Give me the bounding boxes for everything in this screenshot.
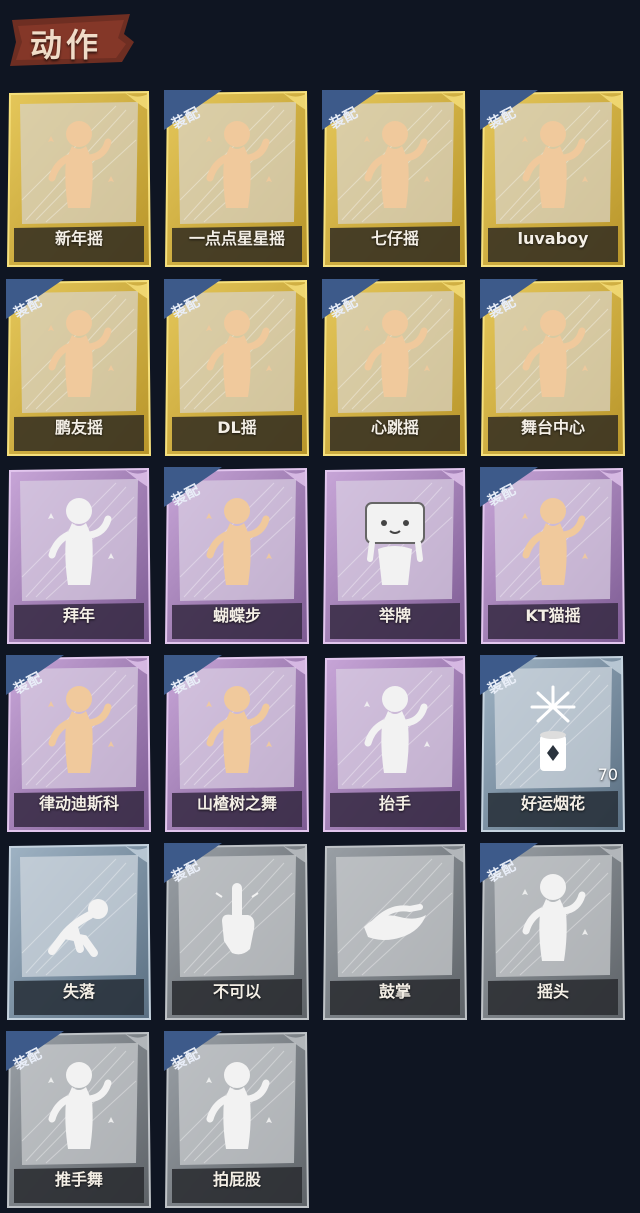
action-label: 一点点星星摇	[188, 229, 285, 248]
action-card[interactable]: 装配 鹏友摇	[6, 279, 152, 457]
action-label: 律动迪斯科	[38, 794, 119, 813]
action-card[interactable]: 装配 70 好运烟花	[480, 655, 626, 833]
action-card[interactable]: 拜年	[6, 467, 152, 645]
action-label: DL摇	[217, 418, 257, 437]
action-label: 鹏友摇	[54, 418, 103, 437]
sign-figure-icon	[365, 502, 425, 585]
action-label: 舞台中心	[520, 418, 585, 437]
action-label: 拍屁股	[212, 1170, 261, 1189]
action-label: 七仔摇	[370, 229, 419, 248]
action-label: 山楂树之舞	[196, 794, 277, 813]
action-card[interactable]: 装配 拍屁股	[164, 1031, 310, 1209]
action-card[interactable]: 装配 律动迪斯科	[6, 655, 152, 833]
action-label: 新年摇	[54, 229, 103, 248]
action-label: KT猫摇	[525, 606, 581, 625]
action-card[interactable]: 新年摇	[6, 90, 152, 268]
kneel-figure-icon	[48, 899, 108, 957]
action-label: 摇头	[536, 982, 569, 1001]
page-title: 动作	[30, 26, 103, 64]
action-label: 鼓掌	[378, 982, 411, 1001]
action-card[interactable]: 装配 舞台中心	[480, 279, 626, 457]
dance-figure-icon	[48, 121, 114, 208]
action-label: 蝴蝶步	[212, 606, 261, 625]
raise-hand-figure-icon	[364, 686, 430, 773]
action-label: luvaboy	[517, 229, 589, 248]
action-card[interactable]: 装配 七仔摇	[322, 90, 468, 268]
action-card[interactable]: 失落	[6, 843, 152, 1021]
action-card[interactable]: 举牌	[322, 467, 468, 645]
action-card[interactable]: 抬手	[322, 655, 468, 833]
action-card[interactable]: 装配 山楂树之舞	[164, 655, 310, 833]
action-card[interactable]: 鼓掌	[322, 843, 468, 1021]
action-card[interactable]: 装配 推手舞	[6, 1031, 152, 1209]
action-label: 拜年	[62, 606, 95, 625]
action-card[interactable]: 装配 luvaboy	[480, 90, 626, 268]
bow-figure-icon	[48, 498, 114, 585]
action-label: 抬手	[378, 794, 411, 813]
action-label: 心跳摇	[370, 418, 419, 437]
action-label: 好运烟花	[520, 794, 585, 813]
action-card[interactable]: 装配 DL摇	[164, 279, 310, 457]
action-label: 失落	[62, 982, 95, 1001]
action-card[interactable]: 装配 一点点星星摇	[164, 90, 310, 268]
action-card[interactable]: 装配 不可以	[164, 843, 310, 1021]
header: 动作	[0, 0, 640, 88]
action-card[interactable]: 装配 蝴蝶步	[164, 467, 310, 645]
item-count: 70	[597, 765, 618, 784]
action-card[interactable]: 装配 摇头	[480, 843, 626, 1021]
action-label: 推手舞	[54, 1170, 103, 1189]
action-card[interactable]: 装配 心跳摇	[322, 279, 468, 457]
action-inventory-screen: 动作 新年摇 装配 一点点星星摇 装配 七仔摇 装配 luvaboy 装配 鹏友摇 装配 DL摇 装配…	[0, 0, 640, 1213]
action-card[interactable]: 装配 KT猫摇	[480, 467, 626, 645]
clap-hands-icon	[364, 904, 426, 940]
action-label: 不可以	[212, 982, 261, 1001]
action-label: 举牌	[378, 606, 411, 625]
